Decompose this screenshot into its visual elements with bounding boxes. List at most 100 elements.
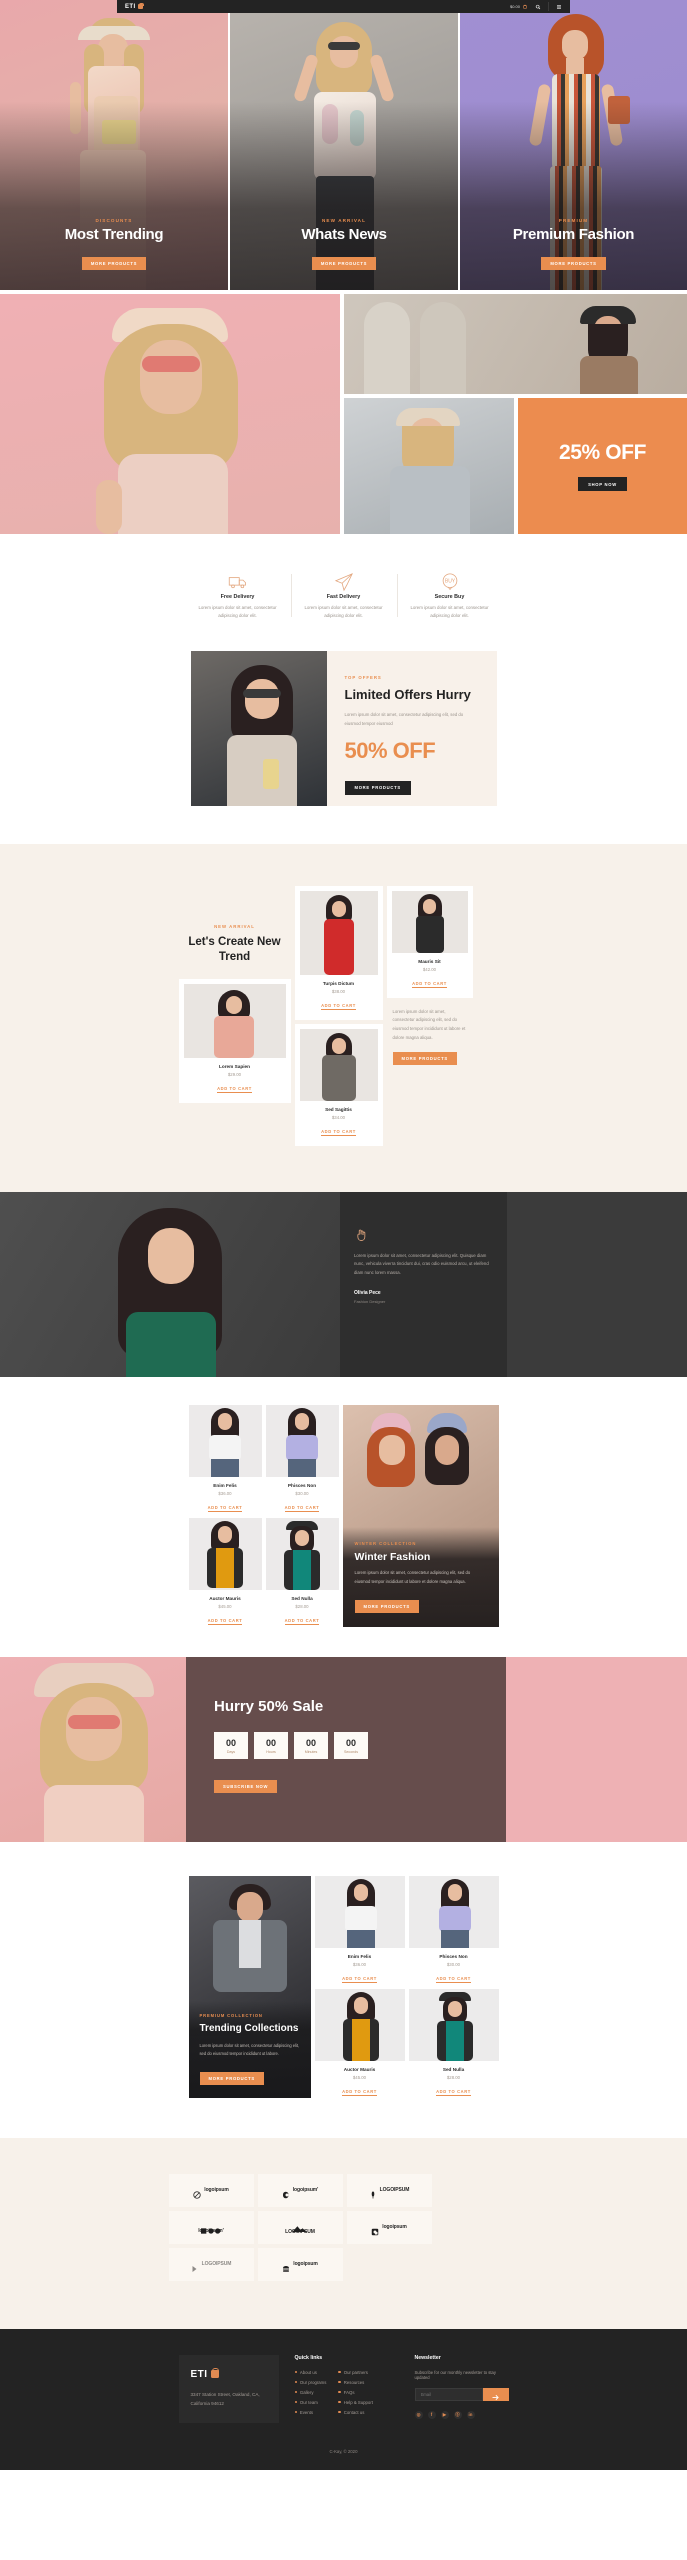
cart-icon[interactable] — [522, 4, 528, 10]
product-price: $28.00 — [295, 1603, 309, 1609]
limited-more-products-button[interactable]: MORE PRODUCTS — [344, 780, 411, 795]
brand-logo-8[interactable]: logoipsum — [257, 2247, 343, 2281]
subscribe-now-button[interactable]: SUBSCRIBE NOW — [214, 1779, 278, 1793]
shop-now-button[interactable]: SHOP NOW — [578, 477, 627, 491]
more-products-button[interactable]: MORE PRODUCTS — [541, 257, 606, 270]
new-trend-grid: NEW ARRIVAL Let's Create New Trend Lorem… — [178, 885, 509, 1146]
add-to-cart-button[interactable]: ADD TO CART — [342, 2089, 377, 2096]
arrow-right-icon — [491, 2390, 500, 2400]
brand-logo-6[interactable]: logoipsum — [346, 2210, 432, 2244]
instagram-icon[interactable]: ◎ — [414, 2410, 423, 2419]
add-to-cart-button[interactable]: ADD TO CART — [321, 1003, 356, 1010]
site-footer: ETI 3347 Station Street, Oakland, CA, Ca… — [0, 2328, 687, 2470]
header-logo[interactable]: ETI — [125, 2, 144, 10]
product-card[interactable]: Auctor Mauris $45.00 ADD TO CART — [188, 1517, 262, 1627]
banner-arch-image[interactable] — [344, 294, 687, 394]
more-products-button[interactable]: MORE PRODUCTS — [81, 257, 147, 270]
hero-card-whats-news[interactable]: NEW ARRIVAL Whats News MORE PRODUCTS — [230, 0, 458, 290]
bullet-dot-icon — [338, 2401, 341, 2404]
footer-link[interactable]: FAQs — [338, 2390, 373, 2395]
winter-fashion-card[interactable]: WINTER COLLECTION Winter Fashion Lorem i… — [342, 1404, 499, 1627]
product-card[interactable]: Sed Nulla $28.00 ADD TO CART — [408, 1988, 499, 2098]
brand-name: logoipsum — [293, 2261, 318, 2268]
add-to-cart-button[interactable]: ADD TO CART — [321, 1129, 356, 1136]
add-to-cart-button[interactable]: ADD TO CART — [217, 1086, 252, 1093]
bullet-dot-icon — [294, 2371, 297, 2374]
youtube-icon[interactable]: ▶ — [440, 2410, 449, 2419]
product-card[interactable]: Enim Felis $36.00 ADD TO CART — [314, 1875, 405, 1985]
brand-logo-3[interactable]: LOGOIPSUM — [346, 2173, 432, 2207]
dribbble-icon[interactable]: ⓑ — [453, 2410, 462, 2419]
footer-logo[interactable]: ETI — [191, 2367, 267, 2380]
paper-plane-icon — [299, 570, 389, 594]
product-name: Turpis Dictum — [322, 980, 355, 986]
designer-section: Lorem ipsum dolor sit amet, consectetur … — [0, 1191, 687, 1377]
banner-hat-image[interactable] — [344, 398, 514, 534]
product-card[interactable]: Lorem Sapien $29.00 ADD TO CART — [178, 978, 291, 1103]
product-image — [299, 1028, 378, 1101]
brand-name: LOGOIPSUM — [379, 2187, 410, 2194]
hero-card-most-trending[interactable]: DISCOUNTS Most Trending MORE PRODUCTS — [0, 0, 228, 290]
product-card[interactable]: Enim Felis $36.00 ADD TO CART — [188, 1404, 262, 1514]
limited-offer-body: TOP OFFERS Limited Offers Hurry Lorem ip… — [326, 650, 497, 806]
footer-link[interactable]: Resources — [338, 2380, 373, 2385]
footer-link[interactable]: Our team — [294, 2400, 327, 2405]
brand-logo-4[interactable]: logoipsum' — [168, 2210, 254, 2244]
add-to-cart-button[interactable]: ADD TO CART — [284, 1505, 320, 1512]
brand-logo-1[interactable]: logoipsum — [168, 2173, 254, 2207]
hamburger-menu-icon[interactable] — [556, 4, 562, 10]
service-desc: Lorem ipsum dolor sit amet, consectetur … — [304, 605, 383, 619]
banner-large-image[interactable] — [0, 294, 340, 534]
product-name: Auctor Mauris — [209, 1595, 241, 1601]
footer-link[interactable]: About us — [294, 2370, 327, 2375]
product-card[interactable]: Mauris Sit $42.00 ADD TO CART — [386, 885, 473, 998]
add-to-cart-button[interactable]: ADD TO CART — [207, 1505, 243, 1512]
trending-more-products-button[interactable]: MORE PRODUCTS — [199, 2071, 264, 2085]
add-to-cart-button[interactable]: ADD TO CART — [207, 1618, 243, 1625]
more-products-button[interactable]: MORE PRODUCTS — [311, 257, 377, 270]
newsletter-submit-button[interactable] — [482, 2387, 509, 2401]
product-card[interactable]: Sed Nulla $28.00 ADD TO CART — [265, 1517, 339, 1627]
add-to-cart-button[interactable]: ADD TO CART — [342, 1976, 377, 1983]
linkedin-icon[interactable]: in — [466, 2410, 475, 2419]
products-wrap: Enim Felis $36.00 ADD TO CART Phisces No… — [188, 1404, 499, 1627]
hero-card-premium-fashion[interactable]: PREMIUM Premium Fashion MORE PRODUCTS — [460, 0, 687, 290]
product-card[interactable]: Sed Sagittis $34.00 ADD TO CART — [294, 1023, 383, 1146]
footer-link[interactable]: Our partners — [338, 2370, 373, 2375]
winter-desc: Lorem ipsum dolor sit amet, consectetur … — [354, 1570, 471, 1584]
bullet-dot-icon — [338, 2381, 341, 2384]
footer-link[interactable]: Events — [294, 2410, 327, 2415]
product-price: $30.00 — [295, 1490, 309, 1496]
winter-more-products-button[interactable]: MORE PRODUCTS — [354, 1599, 419, 1613]
search-icon[interactable] — [535, 4, 541, 10]
add-to-cart-button[interactable]: ADD TO CART — [436, 1976, 471, 1983]
brand-logo-7[interactable]: LOGOIPSUM — [168, 2247, 254, 2281]
footer-link[interactable]: Our programs — [294, 2379, 327, 2385]
facebook-icon[interactable]: f — [427, 2410, 436, 2419]
trend-more-products-button[interactable]: MORE PRODUCTS — [392, 1052, 457, 1066]
countdown-label: Seconds — [344, 1749, 358, 1754]
brand-logo-2[interactable]: logoipsum' — [257, 2173, 343, 2207]
footer-link[interactable]: Contact us — [338, 2410, 373, 2415]
add-to-cart-button[interactable]: ADD TO CART — [436, 2089, 471, 2096]
banner-offer-card[interactable]: 25% OFF SHOP NOW — [518, 398, 687, 534]
countdown-timer: 00 Days 00 Hours 00 Minutes 00 Seconds — [214, 1731, 478, 1759]
footer-link[interactable]: Help & Support — [338, 2400, 373, 2405]
footer-link-label: Our programs — [299, 2379, 327, 2385]
product-card[interactable]: Turpis Dictum $38.00 ADD TO CART — [294, 885, 383, 1020]
product-name: Mauris Sit — [418, 958, 441, 964]
product-image — [188, 1517, 262, 1590]
email-input[interactable] — [414, 2387, 483, 2401]
secure-buy-icon: BUY — [405, 570, 495, 594]
product-card[interactable]: Phisces Non $30.00 ADD TO CART — [265, 1404, 339, 1514]
add-to-cart-button[interactable]: ADD TO CART — [412, 981, 447, 988]
product-name: Lorem Sapien — [219, 1063, 250, 1069]
product-card[interactable]: Phisces Non $30.00 ADD TO CART — [408, 1875, 499, 1985]
add-to-cart-button[interactable]: ADD TO CART — [284, 1618, 320, 1625]
product-image — [408, 1988, 499, 2061]
cart-button[interactable]: $0.00 — [510, 4, 528, 10]
brand-logo-5[interactable]: LOGOIPSUM — [257, 2210, 343, 2244]
product-card[interactable]: Auctor Mauris $45.00 ADD TO CART — [314, 1988, 405, 2098]
trending-collections-card[interactable]: PREMIUM COLLECTION Trending Collections … — [188, 1875, 311, 2098]
footer-link[interactable]: Gallery — [294, 2390, 327, 2395]
